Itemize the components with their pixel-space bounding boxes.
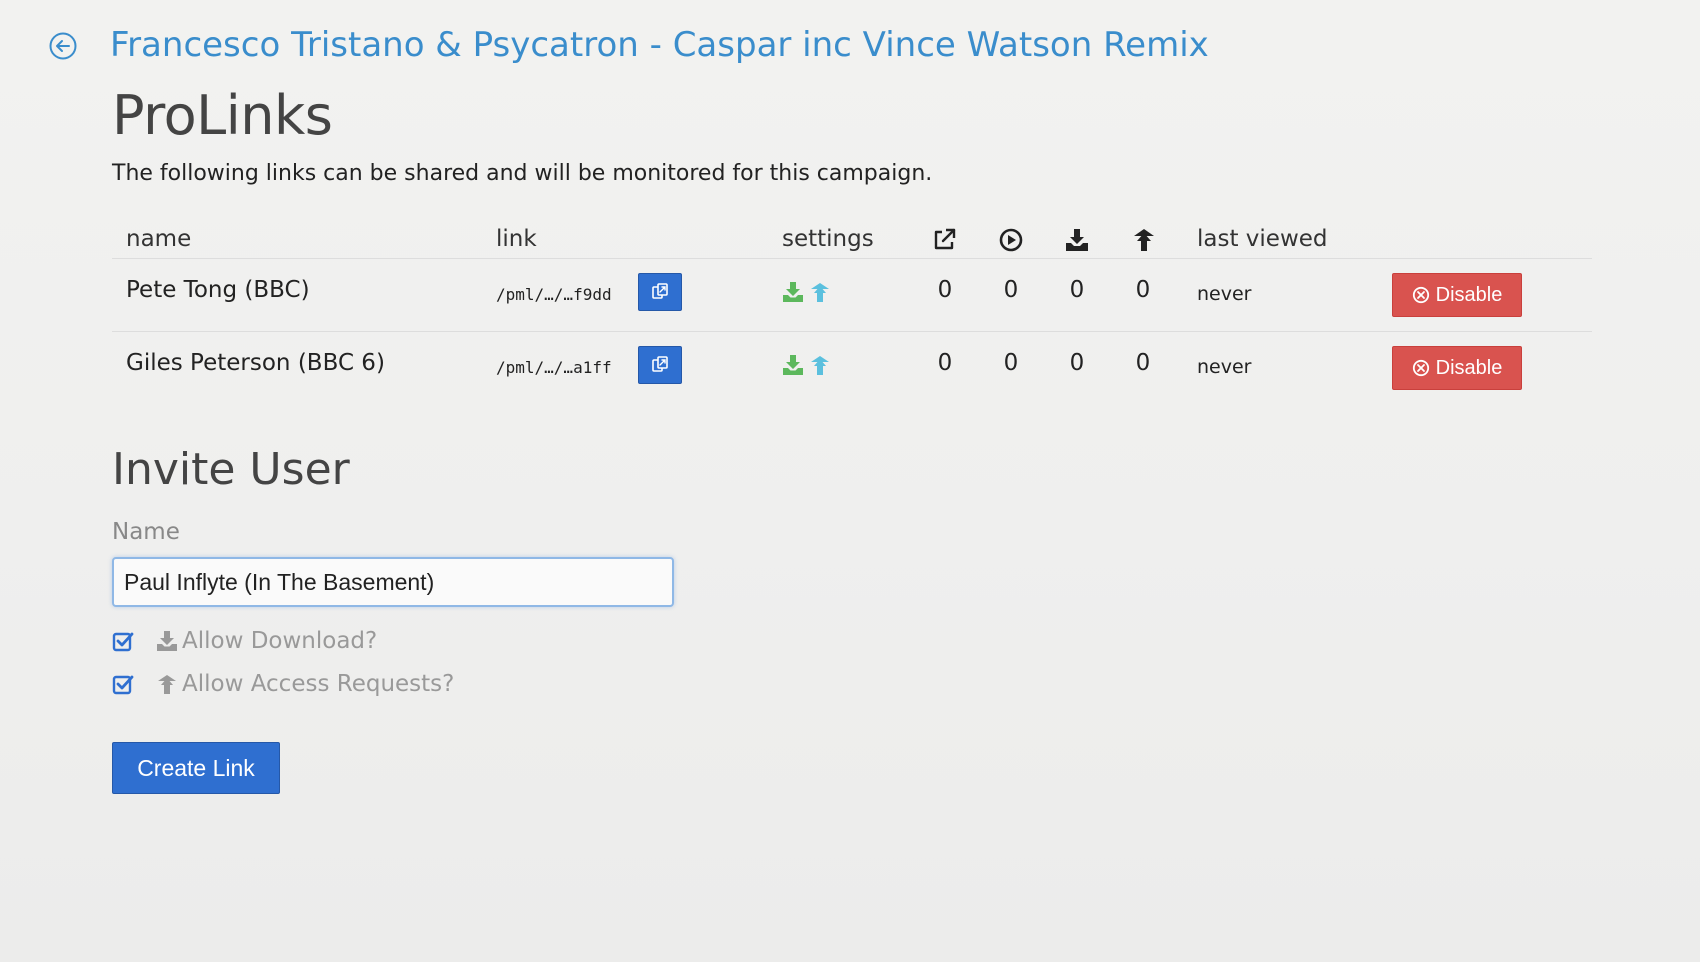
copy-icon — [652, 356, 668, 372]
column-header-link: link — [496, 226, 537, 252]
checked-box-icon — [112, 632, 134, 652]
times-circle-icon — [1412, 286, 1429, 304]
arrow-left-circle-icon — [49, 32, 77, 60]
allow-requests-label: Allow Access Requests? — [182, 671, 455, 697]
prolinks-table: name link settings last viewed Pete Tong… — [112, 222, 1592, 404]
access-request-icon — [156, 673, 178, 695]
downloads-count: 0 — [1069, 350, 1085, 376]
allow-requests-checkbox[interactable] — [112, 673, 134, 695]
name-field-label: Name — [112, 519, 180, 545]
download-icon — [156, 630, 178, 652]
invite-section-title: Invite User — [112, 444, 350, 495]
plays-count: 0 — [1003, 350, 1019, 376]
page-description: The following links can be shared and wi… — [112, 161, 933, 186]
download-icon — [1064, 227, 1090, 253]
download-allowed-icon — [782, 281, 804, 303]
disable-button[interactable]: Disable — [1392, 273, 1522, 317]
disable-button[interactable]: Disable — [1392, 346, 1522, 390]
allow-download-checkbox[interactable] — [112, 630, 134, 652]
disable-button-label: Disable — [1435, 356, 1503, 379]
play-circle-icon — [998, 227, 1024, 253]
download-allowed-icon — [782, 354, 804, 376]
table-row: Giles Peterson (BBC 6) /pml/…/…a1ff 0 0 … — [112, 332, 1592, 404]
page-title: ProLinks — [112, 84, 333, 147]
requests-count: 0 — [1135, 277, 1151, 303]
requests-count: 0 — [1135, 350, 1151, 376]
column-header-name: name — [126, 226, 192, 252]
external-link-icon — [931, 227, 957, 253]
last-viewed: never — [1197, 283, 1252, 305]
times-circle-icon — [1412, 359, 1429, 377]
access-request-allowed-icon — [809, 354, 831, 376]
opens-count: 0 — [937, 277, 953, 303]
name-input[interactable] — [112, 557, 674, 607]
plays-count: 0 — [1003, 277, 1019, 303]
opens-count: 0 — [937, 350, 953, 376]
table-row: Pete Tong (BBC) /pml/…/…f9dd 0 0 0 0 nev… — [112, 259, 1592, 332]
link-name: Giles Peterson (BBC 6) — [126, 350, 385, 376]
disable-button-label: Disable — [1435, 283, 1503, 306]
campaign-title-link[interactable]: Francesco Tristano & Psycatron - Caspar … — [110, 25, 1209, 65]
prolinks-page: Francesco Tristano & Psycatron - Caspar … — [0, 0, 1700, 962]
link-name: Pete Tong (BBC) — [126, 277, 310, 303]
downloads-count: 0 — [1069, 277, 1085, 303]
create-link-button[interactable]: Create Link — [112, 742, 280, 794]
copy-link-button[interactable] — [638, 273, 682, 311]
column-header-last-viewed: last viewed — [1197, 226, 1328, 252]
allow-download-label: Allow Download? — [182, 628, 378, 654]
copy-link-button[interactable] — [638, 346, 682, 384]
copy-icon — [652, 283, 668, 299]
link-url: /pml/…/…f9dd — [496, 285, 612, 304]
table-header: name link settings last viewed — [112, 222, 1592, 259]
back-button[interactable] — [48, 31, 78, 61]
link-url: /pml/…/…a1ff — [496, 358, 612, 377]
access-request-icon — [1131, 227, 1157, 253]
column-header-settings: settings — [782, 226, 874, 252]
allow-download-checkbox-row[interactable]: Allow Download? — [112, 626, 377, 656]
access-request-allowed-icon — [809, 281, 831, 303]
last-viewed: never — [1197, 356, 1252, 378]
checked-box-icon — [112, 675, 134, 695]
allow-requests-checkbox-row[interactable]: Allow Access Requests? — [112, 669, 454, 699]
